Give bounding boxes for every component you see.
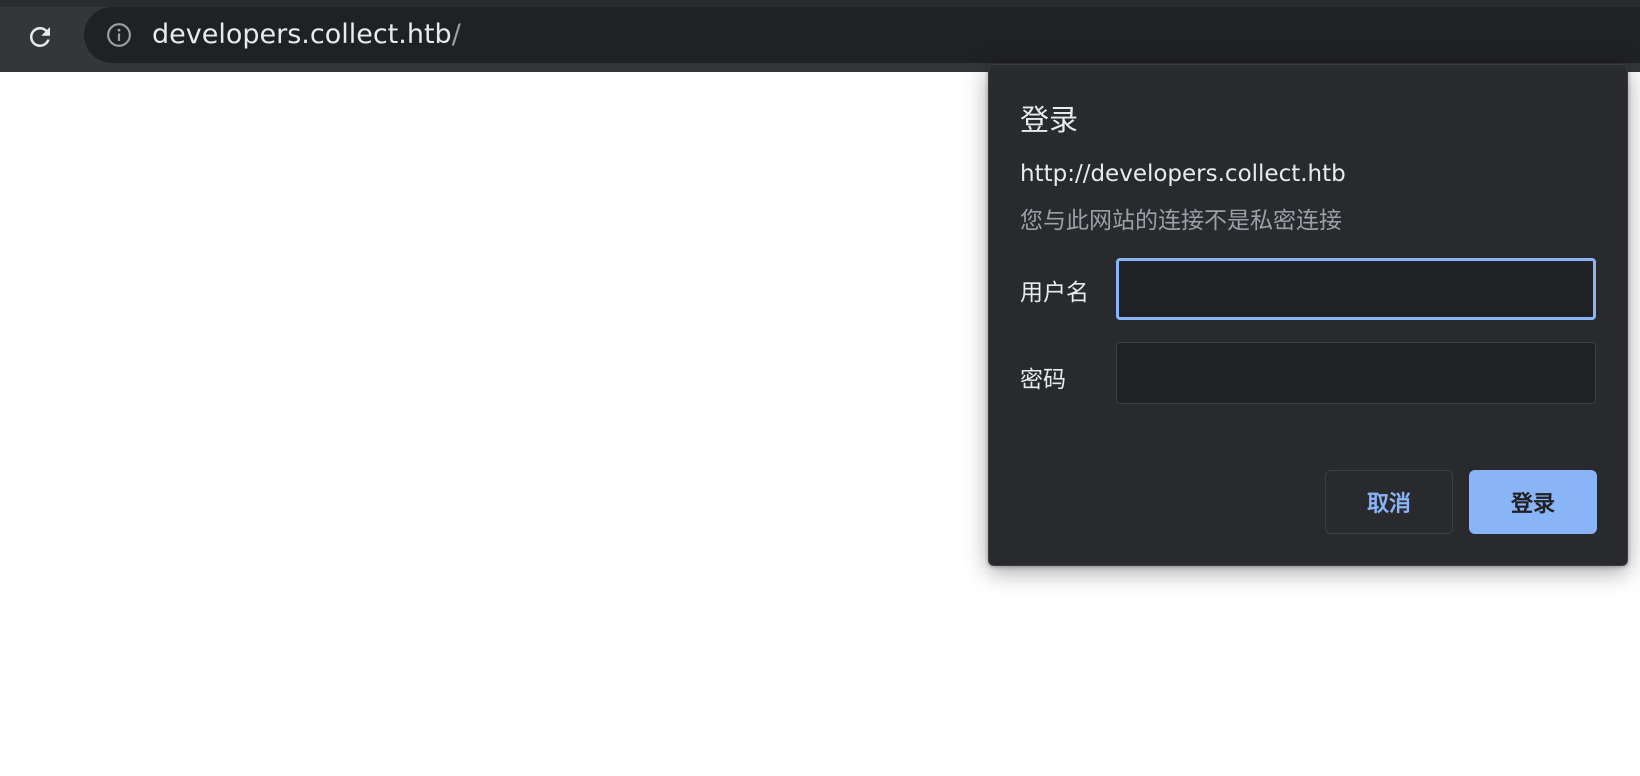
url-path: / bbox=[451, 19, 461, 50]
address-bar[interactable]: developers.collect.htb/ bbox=[84, 7, 1640, 63]
dialog-origin: http://developers.collect.htb bbox=[1020, 161, 1346, 187]
site-info-button[interactable] bbox=[106, 22, 132, 48]
browser-toolbar: developers.collect.htb/ bbox=[0, 0, 1640, 72]
login-button[interactable]: 登录 bbox=[1469, 470, 1597, 534]
reload-button[interactable] bbox=[18, 15, 62, 59]
username-input[interactable] bbox=[1116, 258, 1596, 320]
info-icon bbox=[107, 23, 131, 47]
url-host: developers.collect.htb bbox=[152, 19, 452, 50]
http-auth-dialog: 登录 http://developers.collect.htb 您与此网站的连… bbox=[988, 64, 1628, 566]
reload-icon bbox=[29, 26, 50, 47]
password-input[interactable] bbox=[1116, 342, 1596, 404]
password-label: 密码 bbox=[1020, 367, 1066, 393]
dialog-title: 登录 bbox=[1020, 103, 1079, 137]
url-text[interactable]: developers.collect.htb/ bbox=[152, 7, 461, 63]
username-label: 用户名 bbox=[1020, 280, 1089, 306]
insecure-connection-warning: 您与此网站的连接不是私密连接 bbox=[1020, 208, 1342, 234]
cancel-button[interactable]: 取消 bbox=[1325, 470, 1453, 534]
